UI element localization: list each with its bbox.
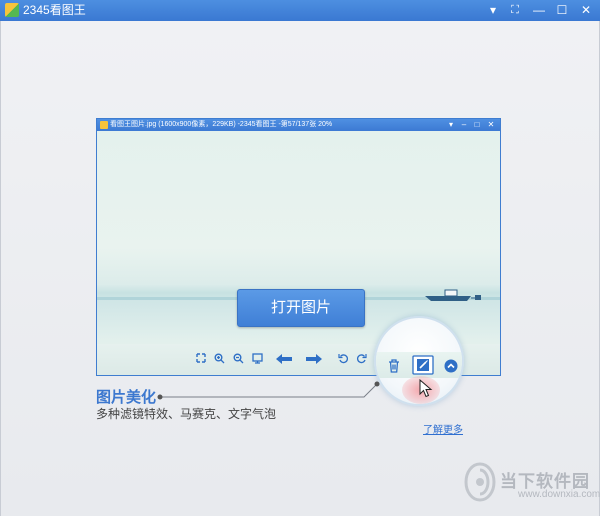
watermark-logo-icon [464, 462, 496, 502]
learn-more-link[interactable]: 了解更多 [423, 421, 463, 436]
callout-line [157, 381, 380, 400]
feature-description: 多种滤镜特效、马赛克、文字气泡 [96, 407, 277, 421]
feature-title: 图片美化 [96, 389, 157, 406]
watermark-url: www.downxia.com [518, 489, 600, 500]
